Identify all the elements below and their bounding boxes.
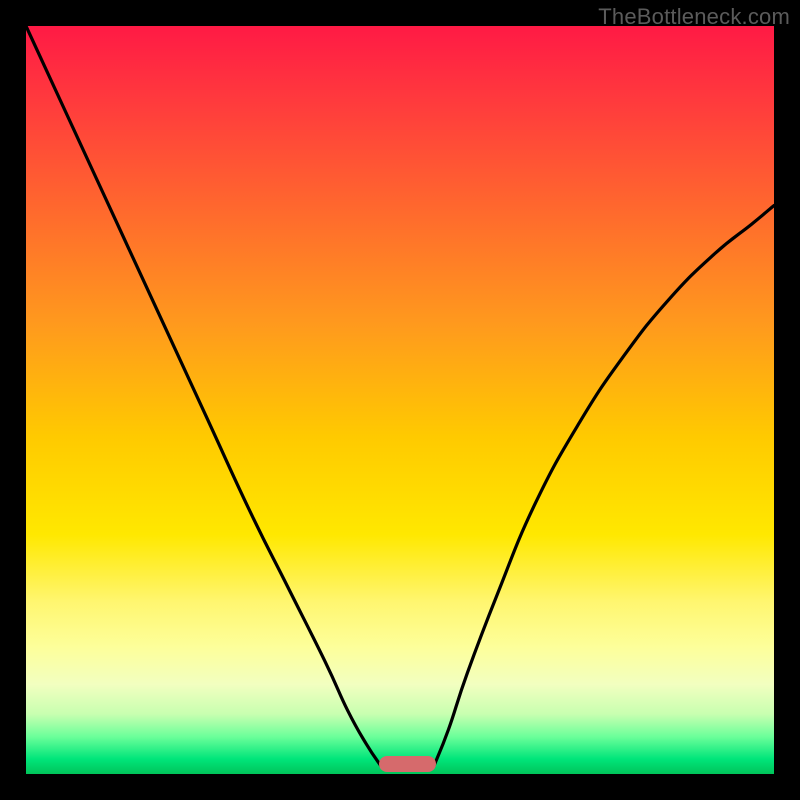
curve-right	[434, 206, 774, 767]
plot-area	[26, 26, 774, 774]
watermark-text: TheBottleneck.com	[598, 4, 790, 30]
curve-left	[26, 26, 381, 767]
bottleneck-marker	[379, 756, 435, 772]
curve-layer	[26, 26, 774, 774]
